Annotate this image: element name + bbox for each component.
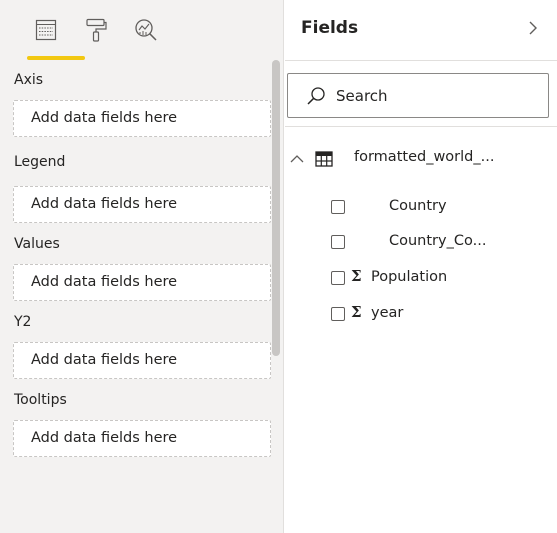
chevron-right-icon — [529, 21, 537, 35]
paint-roller-icon — [86, 18, 107, 42]
visualizations-pane: Axis Add data fields here Legend Add dat… — [0, 0, 284, 533]
fields-divider — [285, 126, 557, 127]
field-checkbox[interactable] — [331, 271, 345, 285]
field-name: Country — [389, 198, 447, 214]
well-tooltips: Tooltips Add data fields here — [13, 380, 271, 457]
sigma-icon: Σ — [351, 303, 362, 321]
tooltips-drop-zone[interactable]: Add data fields here — [13, 420, 271, 457]
field-checkbox[interactable] — [331, 235, 345, 249]
field-checkbox[interactable] — [331, 307, 345, 321]
well-label: Y2 — [14, 314, 32, 330]
search-input[interactable] — [336, 84, 536, 108]
analytics-magnifier-icon — [135, 19, 157, 41]
sigma-icon: Σ — [351, 267, 362, 285]
table-name: formatted_world_... — [354, 149, 495, 165]
legend-drop-zone[interactable]: Add data fields here — [13, 186, 271, 223]
table-item[interactable]: formatted_world_... — [285, 145, 557, 173]
well-axis: Axis Add data fields here — [13, 60, 271, 137]
axis-drop-zone[interactable]: Add data fields here — [13, 100, 271, 137]
field-item-population[interactable]: Σ Population — [285, 264, 557, 294]
fields-icon — [35, 19, 57, 41]
fields-title: Fields — [301, 18, 359, 38]
field-checkbox[interactable] — [331, 200, 345, 214]
field-name: Country_Co... — [389, 233, 487, 249]
fields-search-box[interactable] — [287, 73, 549, 118]
search-icon — [307, 87, 325, 105]
field-item-year[interactable]: Σ year — [285, 300, 557, 330]
field-wells: Axis Add data fields here Legend Add dat… — [13, 60, 271, 458]
collapse-fields-button[interactable] — [521, 16, 545, 40]
analytics-tab[interactable] — [126, 10, 166, 50]
fields-pane: Fields formatted_world_... Country — [285, 0, 557, 533]
well-values: Values Add data fields here — [13, 224, 271, 301]
table-icon — [315, 151, 333, 167]
well-label: Values — [14, 236, 60, 252]
field-item-country[interactable]: Country — [285, 193, 557, 223]
fields-header: Fields — [285, 0, 557, 61]
field-item-country-code[interactable]: Country_Co... — [285, 228, 557, 258]
wells-scrollbar[interactable] — [272, 60, 280, 356]
fields-tab[interactable] — [26, 10, 66, 50]
well-label: Legend — [14, 154, 66, 170]
well-legend: Legend Add data fields here — [13, 138, 271, 223]
chevron-up-icon — [290, 155, 304, 163]
well-label: Tooltips — [14, 392, 67, 408]
y2-drop-zone[interactable]: Add data fields here — [13, 342, 271, 379]
well-y2: Y2 Add data fields here — [13, 302, 271, 379]
field-name: Population — [371, 269, 448, 285]
field-name: year — [371, 305, 404, 321]
well-label: Axis — [14, 72, 44, 88]
format-tab[interactable] — [76, 10, 116, 50]
values-drop-zone[interactable]: Add data fields here — [13, 264, 271, 301]
pane-tabs — [0, 0, 284, 60]
